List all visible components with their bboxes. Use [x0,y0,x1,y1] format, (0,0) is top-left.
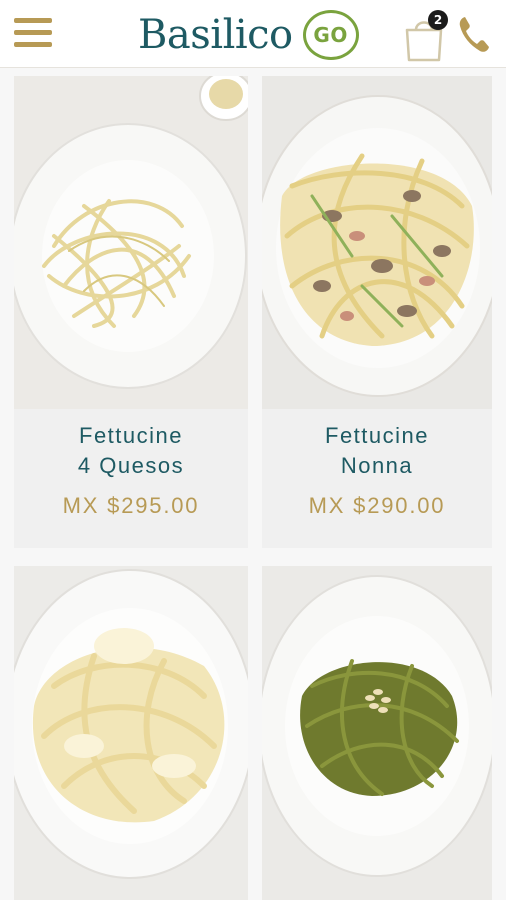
brand-logo[interactable]: Basilico GO [138,10,359,60]
phone-button[interactable] [456,14,492,54]
product-price: MX $290.00 [308,493,446,518]
menu-bar [14,30,52,35]
product-image[interactable] [14,76,248,409]
product-grid: Fettucine 4 Quesos MX $295.00 Fettucine … [0,68,506,900]
pasta-plate-icon [262,566,492,900]
brand-go-badge: GO [302,10,359,60]
phone-icon [459,17,489,52]
product-title-line2: Nonna [340,453,414,478]
product-title-line1: Fettucine [325,423,429,448]
product-card[interactable] [14,566,248,900]
product-title-line2: 4 Quesos [77,453,185,478]
cart-button[interactable]: 2 [404,10,448,62]
product-card[interactable]: Fettucine Nonna MX $290.00 [262,76,492,548]
product-price: MX $295.00 [62,493,200,518]
product-title-line1: Fettucine [79,423,183,448]
brand-go-text: GO [313,23,348,47]
cart-count-badge: 2 [428,10,448,30]
product-image[interactable] [262,76,492,409]
pasta-plate-icon [14,76,248,409]
product-image[interactable] [14,566,248,900]
menu-bar [14,42,52,47]
app-header: Basilico GO 2 [0,0,506,68]
product-card[interactable] [262,566,492,900]
product-info: Fettucine 4 Quesos MX $295.00 [14,409,248,548]
pasta-plate-icon [262,76,492,409]
product-card[interactable]: Fettucine 4 Quesos MX $295.00 [14,76,248,548]
product-info: Fettucine Nonna MX $290.00 [262,409,492,548]
menu-icon[interactable] [14,16,54,50]
product-image[interactable] [262,566,492,900]
pasta-plate-icon [14,566,248,900]
menu-bar [14,18,52,23]
brand-name: Basilico [138,12,293,58]
